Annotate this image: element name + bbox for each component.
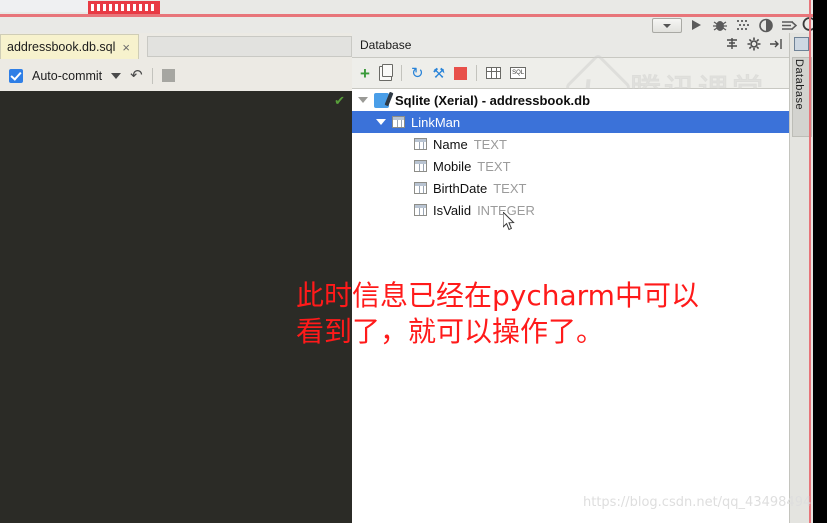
stop-button[interactable] (454, 66, 468, 80)
collapse-all-icon[interactable] (725, 37, 739, 56)
toolbar-separator (151, 67, 153, 84)
column-type: TEXT (477, 158, 511, 174)
jump-to-console-button[interactable] (486, 67, 502, 79)
rollback-icon[interactable]: ↶ (130, 68, 143, 83)
database-tool-icon (794, 37, 809, 51)
add-data-source-button[interactable]: + (360, 65, 370, 82)
chevron-down-icon[interactable] (358, 97, 368, 103)
gear-icon[interactable] (747, 37, 761, 56)
run-config-dropdown[interactable] (652, 17, 682, 33)
database-tree: Sqlite (Xerial) - addressbook.db LinkMan… (352, 89, 789, 523)
editor-tab-bar: addressbook.db.sql × (0, 33, 352, 61)
tree-node-data-source-label: Sqlite (Xerial) - addressbook.db (395, 92, 591, 108)
stop-icon[interactable] (161, 69, 175, 82)
attach-button[interactable] (781, 18, 798, 33)
column-name: Mobile (433, 158, 472, 174)
column-name: Name (433, 136, 468, 152)
open-sql-console-button[interactable]: SQL (510, 67, 527, 79)
tree-node-table-linkman[interactable]: LinkMan (352, 111, 789, 133)
window-top-right-black-edge (813, 0, 827, 33)
duplicate-button[interactable] (378, 63, 393, 81)
database-tool-window: Database + ↻ ⚒ SQL Sqlite (Xerial) - add… (352, 33, 789, 523)
toolbar-separator (476, 65, 478, 81)
tree-node-column[interactable]: Mobile TEXT (352, 155, 789, 177)
debug-button[interactable] (712, 18, 728, 33)
column-icon (414, 138, 427, 150)
tree-node-column[interactable]: Name TEXT (352, 133, 789, 155)
main-toolbar-buttons (652, 17, 798, 33)
toolbar-separator (400, 65, 402, 81)
auto-commit-label: Auto-commit (32, 68, 103, 83)
column-name: IsValid (433, 202, 472, 218)
column-type: TEXT (493, 180, 527, 196)
database-panel-title: Database (360, 38, 412, 52)
auto-commit-checkbox[interactable] (9, 68, 23, 83)
database-panel-header: Database (352, 33, 789, 58)
column-icon (414, 182, 427, 194)
database-panel-header-actions (725, 37, 783, 56)
editor-pane: addressbook.db.sql × Auto-commit ↶ ✔ (0, 33, 361, 523)
hide-panel-icon[interactable] (769, 37, 783, 56)
editor-text-area[interactable]: ✔ (0, 91, 352, 523)
table-icon (392, 116, 405, 128)
window-right-black-edge (813, 0, 827, 523)
column-type: INTEGER (477, 202, 535, 218)
red-vertical-annotation-line (809, 0, 811, 523)
red-dashed-annotation-marker (88, 1, 160, 14)
run-button[interactable] (689, 18, 705, 33)
synchronize-button[interactable]: ↻ (411, 66, 424, 81)
editor-tab-addressbook-db-sql[interactable]: addressbook.db.sql × (0, 34, 139, 59)
column-icon (414, 160, 427, 172)
column-type: TEXT (473, 136, 507, 152)
chevron-down-icon[interactable] (376, 119, 386, 125)
editor-tab-placeholder (147, 36, 352, 57)
editor-tab-label: addressbook.db.sql (7, 40, 116, 54)
console-toolbar: Auto-commit ↶ (0, 60, 361, 92)
chevron-down-icon[interactable] (111, 72, 122, 79)
tree-node-table-label: LinkMan (411, 114, 461, 130)
column-icon (414, 204, 427, 216)
close-icon[interactable]: × (122, 41, 130, 54)
pycharm-window: addressbook.db.sql × Auto-commit ↶ ✔ Dat… (0, 0, 827, 523)
column-name: BirthDate (433, 180, 488, 196)
tree-node-column[interactable]: IsValid INTEGER (352, 199, 789, 221)
database-panel-toolbar: + ↻ ⚒ SQL 腾讯课堂 (352, 53, 789, 121)
inspection-status-icon: ✔ (334, 93, 345, 108)
tree-node-column[interactable]: BirthDate TEXT (352, 177, 789, 199)
profile-button[interactable] (758, 18, 774, 33)
database-icon (374, 92, 389, 108)
run-coverage-button[interactable] (735, 18, 751, 33)
tree-node-data-source[interactable]: Sqlite (Xerial) - addressbook.db (352, 89, 789, 111)
tool-window-tab-label: Database (793, 59, 805, 111)
window-top-left-gap (0, 0, 88, 12)
data-source-properties-button[interactable]: ⚒ (433, 66, 446, 80)
